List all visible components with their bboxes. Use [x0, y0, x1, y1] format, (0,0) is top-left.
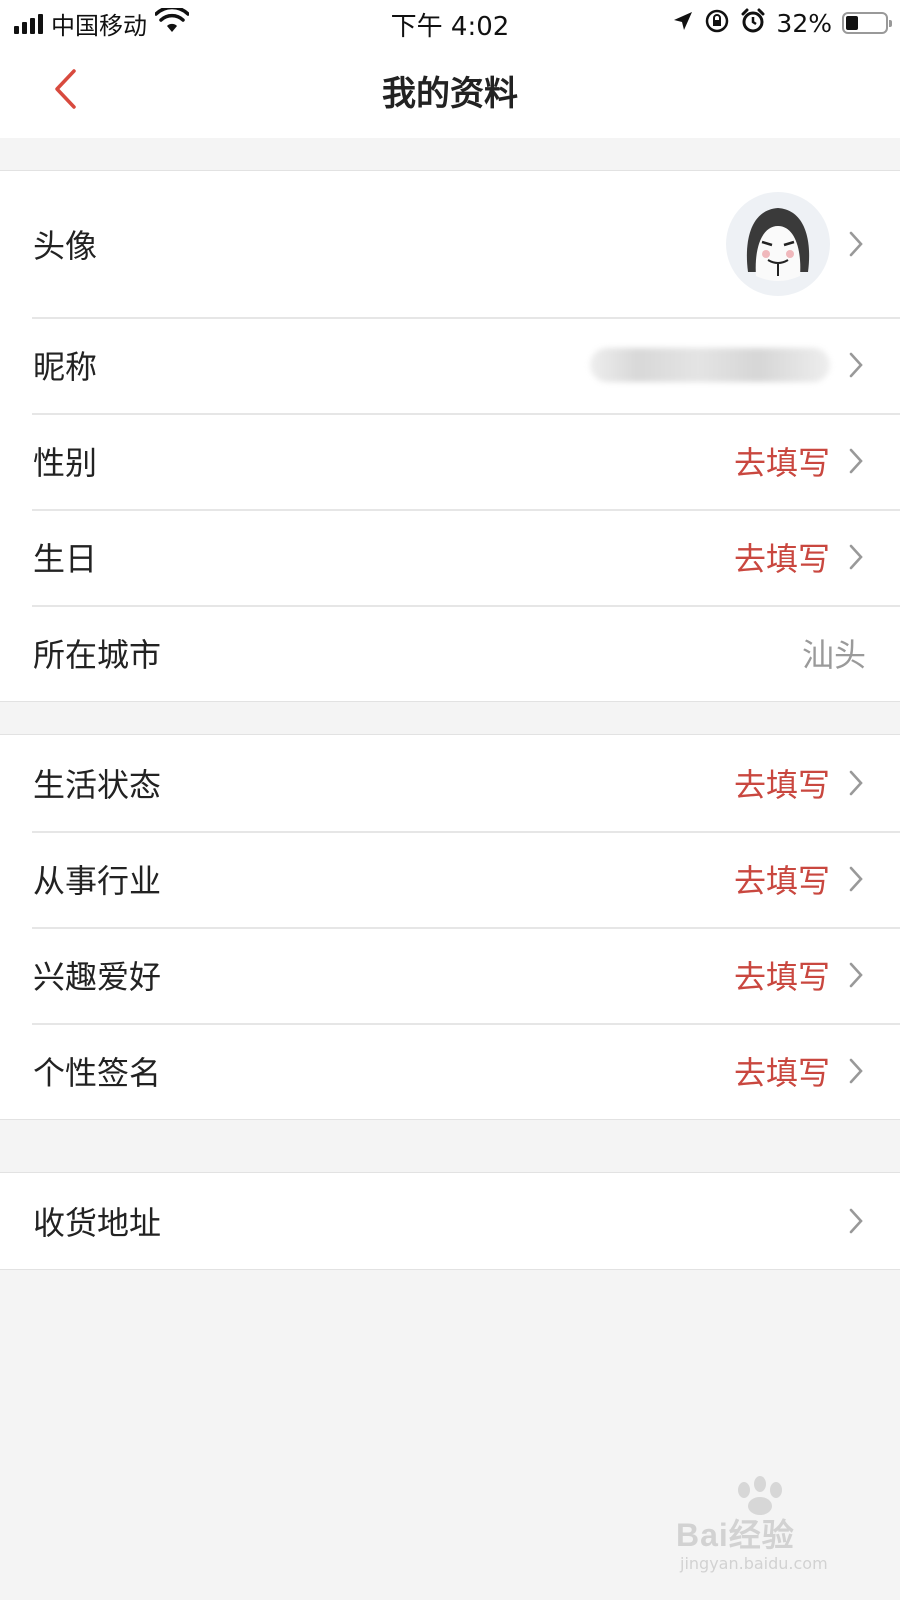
fill-in-link: 去填写 — [733, 444, 830, 482]
row-shipping-address[interactable]: 收货地址 — [0, 1173, 900, 1269]
row-nickname[interactable]: 昵称 — [0, 317, 900, 413]
chevron-right-icon — [848, 229, 870, 259]
chevron-right-icon — [848, 1206, 870, 1236]
status-right: 32% — [672, 8, 892, 38]
row-gender[interactable]: 性别 去填写 — [0, 413, 900, 509]
chevron-right-icon — [848, 542, 870, 572]
chevron-right-icon — [848, 1056, 870, 1086]
fill-in-link: 去填写 — [733, 1054, 830, 1092]
chevron-right-icon — [848, 768, 870, 798]
chevron-right-icon — [848, 350, 870, 380]
row-label: 兴趣爱好 — [33, 958, 162, 996]
row-hobbies[interactable]: 兴趣爱好 去填写 — [0, 927, 900, 1023]
row-signature[interactable]: 个性签名 去填写 — [0, 1023, 900, 1119]
row-label: 头像 — [33, 227, 98, 265]
profile-basic-group: 头像 昵称 性别 去填写 生日 去填写 所在城市 汕头 — [0, 170, 900, 702]
row-label: 生日 — [33, 540, 98, 578]
battery-percent: 32% — [776, 8, 832, 38]
row-label: 收货地址 — [33, 1204, 162, 1242]
fill-in-link: 去填写 — [733, 958, 830, 996]
row-avatar[interactable]: 头像 — [0, 171, 900, 317]
profile-extra-group: 生活状态 去填写 从事行业 去填写 兴趣爱好 去填写 个性签名 去填写 — [0, 734, 900, 1120]
city-value: 汕头 — [801, 636, 866, 674]
nickname-blurred-value — [590, 348, 830, 382]
rotation-lock-icon — [704, 8, 730, 38]
battery-icon — [842, 12, 892, 34]
chevron-right-icon — [848, 960, 870, 990]
row-label: 从事行业 — [33, 862, 162, 900]
row-label: 生活状态 — [33, 766, 162, 804]
watermark-brand: Bai经验 — [676, 1517, 795, 1553]
fill-in-link: 去填写 — [733, 862, 830, 900]
row-birthday[interactable]: 生日 去填写 — [0, 509, 900, 605]
row-label: 个性签名 — [33, 1054, 162, 1092]
row-label: 昵称 — [33, 348, 98, 386]
nav-bar: 我的资料 — [0, 46, 900, 138]
row-life-status[interactable]: 生活状态 去填写 — [0, 735, 900, 831]
baidu-jingyan-watermark: Bai经验 jingyan.baidu.com — [676, 1476, 856, 1576]
address-group: 收货地址 — [0, 1172, 900, 1270]
battery-fill — [846, 16, 858, 30]
row-label: 性别 — [33, 444, 98, 482]
page-title: 我的资料 — [382, 74, 518, 114]
status-bar: 中国移动 下午 4:02 32% — [0, 0, 900, 46]
row-city: 所在城市 汕头 — [0, 605, 900, 701]
fill-in-link: 去填写 — [733, 766, 830, 804]
alarm-icon — [740, 8, 766, 38]
row-label: 所在城市 — [33, 636, 162, 674]
location-icon — [672, 10, 694, 36]
chevron-right-icon — [848, 864, 870, 894]
fill-in-link: 去填写 — [733, 540, 830, 578]
watermark-url: jingyan.baidu.com — [680, 1554, 828, 1573]
chevron-right-icon — [848, 446, 870, 476]
avatar — [726, 192, 830, 296]
row-industry[interactable]: 从事行业 去填写 — [0, 831, 900, 927]
